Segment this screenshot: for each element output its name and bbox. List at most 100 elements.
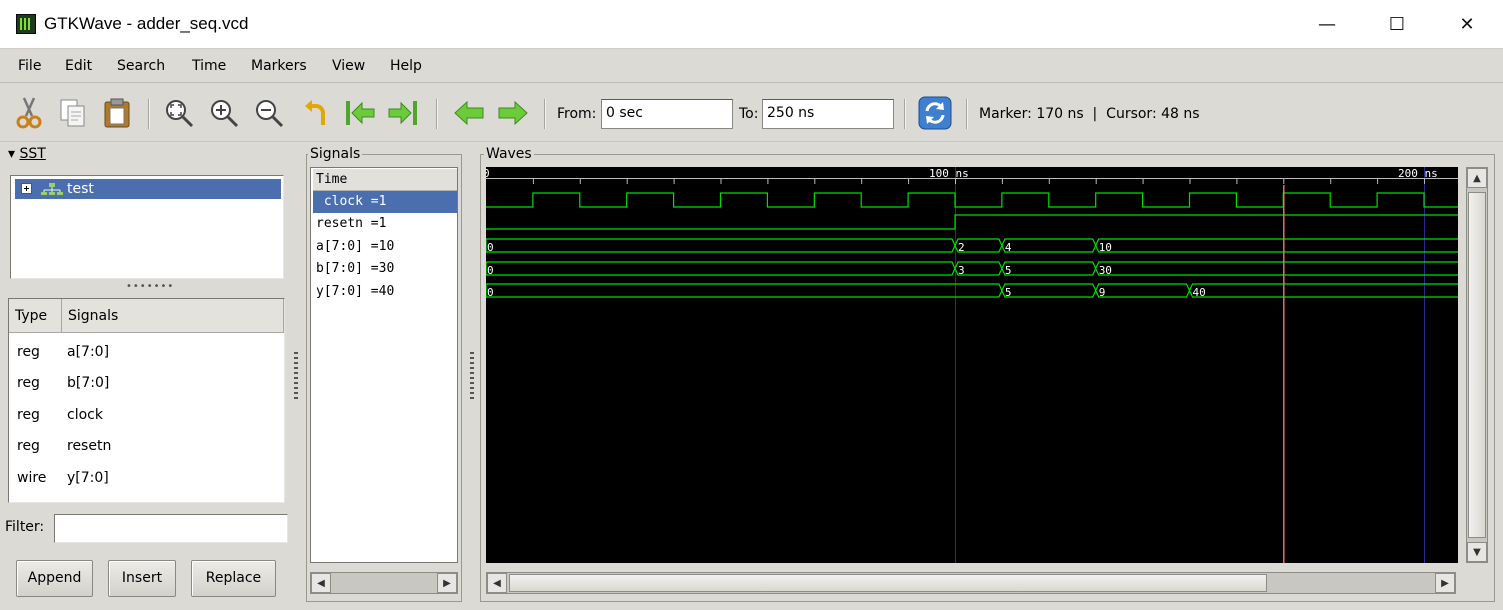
signals-time-header[interactable]: Time xyxy=(313,169,457,191)
bus-b-value: 0 xyxy=(487,264,494,277)
copy-icon[interactable] xyxy=(56,96,90,130)
filter-input[interactable] xyxy=(54,514,288,543)
signals-hscrollbar[interactable]: ◀ ▶ xyxy=(310,572,458,594)
table-row[interactable]: reg clock xyxy=(9,400,279,431)
toolbar-separator xyxy=(904,99,906,129)
table-row[interactable]: reg resetn xyxy=(9,431,279,462)
append-button[interactable]: Append xyxy=(16,560,93,597)
table-row[interactable]: wire y[7:0] xyxy=(9,463,279,494)
from-label: From: xyxy=(557,106,597,122)
scroll-right-icon[interactable]: ▶ xyxy=(1435,573,1455,593)
bus-y-value: 0 xyxy=(487,286,494,299)
module-icon xyxy=(41,183,63,195)
bus-b-value: 30 xyxy=(1099,264,1112,277)
menu-view[interactable]: View xyxy=(332,58,365,74)
bus-a-segment xyxy=(1095,238,1458,253)
zoom-in-icon[interactable] xyxy=(207,96,241,130)
jump-start-icon[interactable] xyxy=(343,96,377,130)
minimize-button[interactable]: — xyxy=(1304,8,1350,40)
signal-cell: a[7:0] xyxy=(67,344,110,360)
table-row[interactable]: reg b[7:0] xyxy=(9,368,279,399)
menu-markers[interactable]: Markers xyxy=(251,58,307,74)
menu-help[interactable]: Help xyxy=(390,58,422,74)
filter-label: Filter: xyxy=(5,519,45,535)
type-cell: wire xyxy=(17,470,47,486)
sst-title: SST xyxy=(19,146,46,162)
waves-vscrollbar[interactable]: ▲ ▼ xyxy=(1466,167,1488,563)
clock-waveform xyxy=(486,192,1458,208)
menu-bar: File Edit Search Time Markers View Help xyxy=(0,48,1503,83)
gtkwave-app-icon xyxy=(16,14,36,34)
signal-cell: b[7:0] xyxy=(67,375,110,391)
toolbar-separator xyxy=(436,99,438,129)
signals-title: Signals xyxy=(308,146,363,162)
close-button[interactable]: ✕ xyxy=(1444,8,1490,40)
menu-file[interactable]: File xyxy=(18,58,41,74)
replace-button[interactable]: Replace xyxy=(191,560,276,597)
zoom-out-icon[interactable] xyxy=(252,96,286,130)
column-header-type[interactable]: Type xyxy=(9,299,62,333)
scroll-down-icon[interactable]: ▼ xyxy=(1467,542,1487,562)
bus-y-value: 9 xyxy=(1099,286,1106,299)
scroll-right-icon[interactable]: ▶ xyxy=(437,573,457,593)
signal-cell: resetn xyxy=(67,438,112,454)
waves-hscrollbar[interactable]: ◀ ▶ xyxy=(486,572,1456,594)
cut-icon[interactable] xyxy=(12,96,46,130)
bus-y-segment xyxy=(1095,283,1191,298)
signal-row-b[interactable]: b[7:0] =30 xyxy=(313,258,457,280)
time-tick-label: 0 xyxy=(486,167,490,180)
waveform-canvas[interactable]: 0 100 ns 200 ns 0 2 4 10 0 3 5 30 0 5 9 40 xyxy=(486,167,1458,563)
type-cell: reg xyxy=(17,375,40,391)
menu-edit[interactable]: Edit xyxy=(65,58,92,74)
maximize-button[interactable]: ☐ xyxy=(1374,8,1420,40)
signal-type-table: Type Signals reg a[7:0] reg b[7:0] reg cloc… xyxy=(8,298,285,503)
type-cell: reg xyxy=(17,344,40,360)
sst-header[interactable]: ▾ SST xyxy=(6,146,48,162)
hscroll-thumb[interactable] xyxy=(509,574,1267,592)
column-header-signals[interactable]: Signals xyxy=(62,299,284,333)
signal-row-a[interactable]: a[7:0] =10 xyxy=(313,236,457,258)
vscroll-thumb[interactable] xyxy=(1468,192,1486,538)
table-row[interactable]: reg a[7:0] xyxy=(9,337,279,368)
tree-item-test[interactable]: test xyxy=(15,179,281,199)
pane-resize-handle[interactable]: ••••••• xyxy=(126,281,174,292)
scroll-up-icon[interactable]: ▲ xyxy=(1467,168,1487,188)
bus-y-segment xyxy=(1001,283,1097,298)
pane-resize-handle[interactable] xyxy=(294,352,298,402)
signal-row-clock[interactable]: clock =1 xyxy=(313,191,457,213)
time-tick-label: 200 ns xyxy=(1398,167,1438,180)
undo-zoom-icon[interactable] xyxy=(300,96,334,130)
menu-time[interactable]: Time xyxy=(192,58,226,74)
waves-title: Waves xyxy=(484,146,534,162)
marker-cursor-status: Marker: 170 ns | Cursor: 48 ns xyxy=(979,106,1200,122)
from-time-input[interactable]: 0 sec xyxy=(601,99,733,129)
signal-row-y[interactable]: y[7:0] =40 xyxy=(313,281,457,303)
signal-cell: clock xyxy=(67,407,103,423)
toolbar-separator xyxy=(966,99,968,129)
signal-row-resetn[interactable]: resetn =1 xyxy=(313,213,457,235)
bus-a-value: 4 xyxy=(1005,241,1012,254)
expand-icon[interactable] xyxy=(21,183,32,194)
window-title: GTKWave - adder_seq.vcd xyxy=(44,14,249,33)
scroll-left-icon[interactable]: ◀ xyxy=(487,573,507,593)
title-bar: GTKWave - adder_seq.vcd — ☐ ✕ xyxy=(0,0,1503,48)
bus-b-value: 5 xyxy=(1005,264,1012,277)
type-cell: reg xyxy=(17,438,40,454)
prev-edge-icon[interactable] xyxy=(452,96,486,130)
jump-end-icon[interactable] xyxy=(386,96,420,130)
next-edge-icon[interactable] xyxy=(496,96,530,130)
menu-search[interactable]: Search xyxy=(117,58,165,74)
waveform-svg[interactable]: 0 100 ns 200 ns 0 2 4 10 0 3 5 30 0 5 9 40 xyxy=(486,167,1458,563)
to-time-input[interactable]: 250 ns xyxy=(762,99,894,129)
bus-y-value: 40 xyxy=(1193,286,1206,299)
sst-tree: test xyxy=(10,175,284,279)
toolbar-separator xyxy=(544,99,546,129)
paste-icon[interactable] xyxy=(100,96,134,130)
pane-resize-handle[interactable] xyxy=(470,352,474,402)
reload-icon[interactable] xyxy=(918,96,952,130)
bus-a-segment xyxy=(1001,238,1097,253)
bus-b-segment xyxy=(1095,261,1458,276)
scroll-left-icon[interactable]: ◀ xyxy=(311,573,331,593)
insert-button[interactable]: Insert xyxy=(108,560,176,597)
zoom-fit-icon[interactable] xyxy=(162,96,196,130)
